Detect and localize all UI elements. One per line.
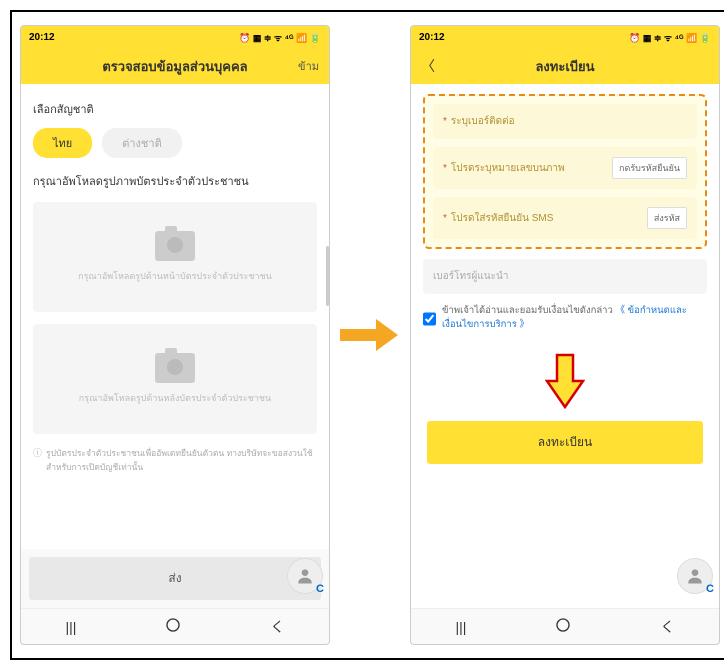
nationality-options: ไทย ต่างชาติ: [33, 128, 317, 158]
phone-field-label: ระบุเบอร์ติดต่อ: [451, 116, 515, 127]
camera-icon: [155, 353, 195, 383]
attention-arrow: [423, 353, 707, 409]
nationality-label: เลือกสัญชาติ: [33, 100, 317, 118]
nav-recent[interactable]: |||: [456, 619, 467, 635]
status-bar: 20:12 ⏰ ▦ ≑ ᯤ ⁴ᴳ 📶 🔋: [411, 26, 719, 48]
nav-back[interactable]: く: [270, 617, 284, 637]
highlighted-fields: *ระบุเบอร์ติดต่อ *โปรดระบุหมายเลขบนภาพ ก…: [423, 94, 707, 249]
nationality-thai[interactable]: ไทย: [33, 128, 92, 158]
send-code-button[interactable]: ส่งรหัส: [647, 207, 687, 229]
consent-text-label: ข้าพเจ้าได้อ่านและยอมรับเงื่อนไขดังกล่าว: [442, 305, 613, 316]
app-bar-left: ตรวจสอบข้อมูลส่วนบุคคล ข้าม: [21, 48, 329, 84]
camera-icon: [155, 231, 195, 261]
page-title: ลงทะเบียน: [535, 56, 594, 77]
chat-badge: C: [316, 583, 324, 595]
scroll-indicator[interactable]: [326, 246, 329, 306]
sms-field-label: โปรดใส่รหัสยืนยัน SMS: [451, 213, 553, 224]
phone-field[interactable]: *ระบุเบอร์ติดต่อ: [433, 104, 697, 139]
upload-back[interactable]: กรุณาอัพโหลดรูปด้านหลังบัตรประจำตัวประชา…: [33, 324, 317, 434]
submit-button[interactable]: ส่ง: [29, 557, 321, 600]
sms-field[interactable]: *โปรดใส่รหัสยืนยัน SMS ส่งรหัส: [433, 197, 697, 239]
chat-badge: C: [706, 583, 714, 595]
content-right: *ระบุเบอร์ติดต่อ *โปรดระบุหมายเลขบนภาพ ก…: [411, 84, 719, 608]
nav-home[interactable]: [555, 617, 571, 636]
nav-bar: ||| く: [411, 608, 719, 644]
consent-row: ข้าพเจ้าได้อ่านและยอมรับเงื่อนไขดังกล่าว…: [423, 304, 707, 333]
chat-avatar[interactable]: C: [287, 558, 323, 594]
info-icon: ⓘ: [33, 446, 42, 474]
upload-back-caption: กรุณาอัพโหลดรูปด้านหลังบัตรประจำตัวประชา…: [79, 391, 271, 405]
upload-front[interactable]: กรุณาอัพโหลดรูปด้านหน้าบัตรประจำตัวประชา…: [33, 202, 317, 312]
nav-back[interactable]: く: [660, 617, 674, 637]
status-time: 20:12: [419, 32, 445, 43]
status-icons: ⏰ ▦ ≑ ᯤ ⁴ᴳ 📶 🔋: [629, 31, 711, 44]
page-title: ตรวจสอบข้อมูลส่วนบุคคล: [102, 56, 247, 77]
consent-checkbox[interactable]: [423, 305, 436, 333]
nav-bar: ||| く: [21, 608, 329, 644]
upload-section-label: กรุณาอัพโหลดรูปภาพบัตรประจำตัวประชาชน: [33, 172, 317, 190]
status-icons: ⏰ ▦ ≑ ᯤ ⁴ᴳ 📶 🔋: [239, 31, 321, 44]
content-left: เลือกสัญชาติ ไทย ต่างชาติ กรุณาอัพโหลดรู…: [21, 84, 329, 549]
referrer-field[interactable]: เบอร์โทรผู้แนะนำ: [423, 259, 707, 294]
back-button[interactable]: 〈: [421, 56, 435, 76]
info-text-content: รูปบัตรประจำตัวประชาชนเพื่ออัพเดทยืนยันต…: [46, 446, 317, 474]
consent-text: ข้าพเจ้าได้อ่านและยอมรับเงื่อนไขดังกล่าว…: [442, 304, 707, 333]
captcha-field-label: โปรดระบุหมายเลขบนภาพ: [451, 163, 565, 174]
status-time: 20:12: [29, 32, 55, 43]
phone-right: 20:12 ⏰ ▦ ≑ ᯤ ⁴ᴳ 📶 🔋 〈 ลงทะเบียน *ระบุเบ…: [410, 25, 720, 645]
captcha-field[interactable]: *โปรดระบุหมายเลขบนภาพ กดรับรหัสยืนยัน: [433, 147, 697, 189]
flow-arrow: [340, 315, 400, 355]
get-code-button[interactable]: กดรับรหัสยืนยัน: [612, 157, 687, 179]
status-bar: 20:12 ⏰ ▦ ≑ ᯤ ⁴ᴳ 📶 🔋: [21, 26, 329, 48]
app-bar-right: 〈 ลงทะเบียน: [411, 48, 719, 84]
register-button[interactable]: ลงทะเบียน: [427, 421, 703, 464]
info-text: ⓘ รูปบัตรประจำตัวประชาชนเพื่ออัพเดทยืนยั…: [33, 446, 317, 474]
nav-recent[interactable]: |||: [66, 619, 77, 635]
phone-left: 20:12 ⏰ ▦ ≑ ᯤ ⁴ᴳ 📶 🔋 ตรวจสอบข้อมูลส่วนบุ…: [20, 25, 330, 645]
nationality-foreign[interactable]: ต่างชาติ: [102, 128, 181, 158]
nav-home[interactable]: [165, 617, 181, 636]
chat-avatar[interactable]: C: [677, 558, 713, 594]
upload-front-caption: กรุณาอัพโหลดรูปด้านหน้าบัตรประจำตัวประชา…: [78, 269, 272, 283]
skip-button[interactable]: ข้าม: [298, 57, 319, 75]
